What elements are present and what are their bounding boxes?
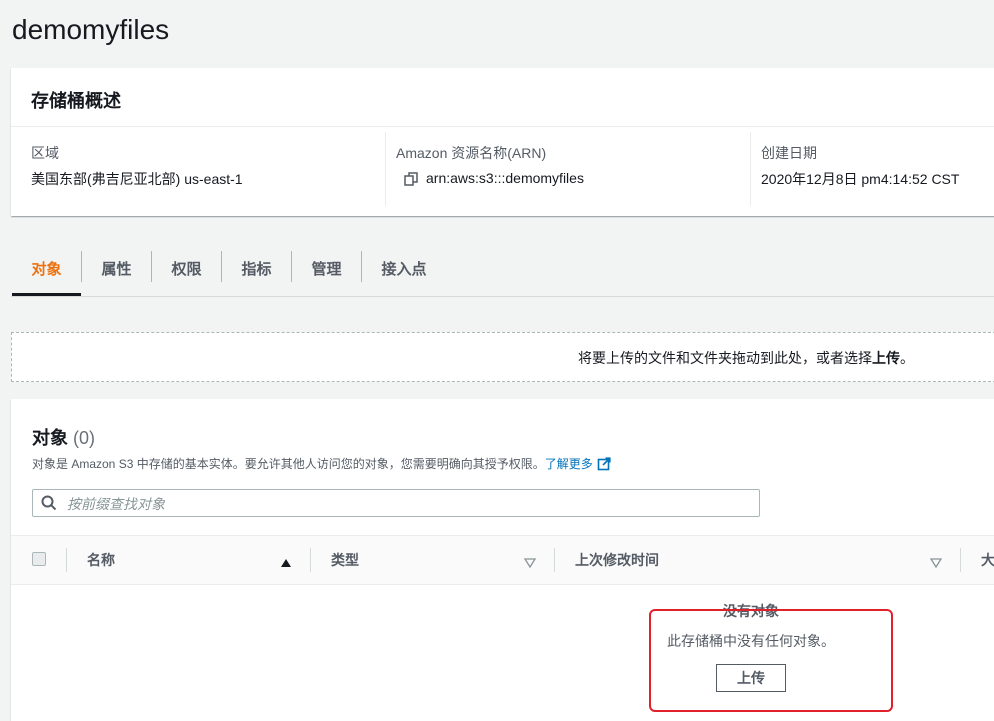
column-divider: [554, 548, 555, 572]
sort-ascending-icon[interactable]: [280, 555, 292, 573]
column-divider: [310, 548, 311, 572]
bucket-overview-panel: 存储桶概述 区域 美国东部(弗吉尼亚北部) us-east-1 Amazon 资…: [11, 68, 994, 216]
objects-table-header: 名称 类型 上次修改时间 大: [11, 535, 994, 585]
sort-icon[interactable]: [929, 555, 943, 573]
tab-management[interactable]: 管理: [292, 242, 361, 294]
created-date-value: 2020年12月8日 pm4:14:52 CST: [761, 171, 960, 187]
arn-value: arn:aws:s3:::demomyfiles: [426, 170, 584, 186]
column-header-name[interactable]: 名称: [87, 536, 115, 584]
learn-more-link[interactable]: 了解更多: [545, 457, 593, 471]
dropzone-upload-link[interactable]: 上传: [872, 350, 900, 366]
dropzone-instructions: 将要上传的文件和文件夹拖动到此处，或者选择: [578, 350, 872, 366]
region-label: 区域: [31, 145, 59, 161]
bucket-tabs: 对象 属性 权限 指标 管理 接入点: [11, 242, 994, 297]
column-divider: [960, 548, 961, 572]
bucket-overview-header: 存储桶概述: [11, 68, 994, 127]
bucket-overview-title: 存储桶概述: [31, 91, 121, 111]
sort-icon[interactable]: [523, 555, 537, 573]
dropzone-suffix: 。: [900, 350, 914, 366]
page-title: demomyfiles: [12, 14, 170, 45]
objects-heading: 对象 (0): [32, 424, 95, 450]
overview-divider: [385, 132, 386, 206]
objects-description-row: 对象是 Amazon S3 中存储的基本实体。要允许其他人访问您的对象，您需要明…: [32, 455, 611, 474]
column-header-last-modified[interactable]: 上次修改时间: [575, 536, 659, 584]
search-input[interactable]: [65, 493, 749, 515]
tab-objects[interactable]: 对象: [12, 242, 81, 294]
arn-label: Amazon 资源名称(ARN): [396, 145, 547, 161]
search-box[interactable]: [32, 489, 760, 517]
active-tab-indicator: [12, 293, 81, 296]
tab-properties[interactable]: 属性: [82, 242, 151, 294]
copy-icon[interactable]: [404, 172, 418, 186]
created-date-label: 创建日期: [761, 145, 817, 161]
objects-description: 对象是 Amazon S3 中存储的基本实体。要允许其他人访问您的对象，您需要明…: [32, 457, 545, 471]
column-divider: [66, 548, 67, 572]
column-header-size[interactable]: 大: [981, 536, 994, 584]
tab-access-points[interactable]: 接入点: [362, 242, 446, 294]
dropzone-text: 将要上传的文件和文件夹拖动到此处，或者选择上传。: [578, 348, 914, 368]
tab-permissions[interactable]: 权限: [152, 242, 221, 294]
tab-metrics[interactable]: 指标: [222, 242, 291, 294]
highlight-annotation: [649, 609, 893, 712]
external-link-icon[interactable]: [597, 457, 611, 474]
overview-divider: [750, 132, 751, 206]
upload-dropzone[interactable]: 将要上传的文件和文件夹拖动到此处，或者选择上传。: [11, 332, 994, 382]
search-icon: [41, 495, 57, 516]
objects-title: 对象: [32, 428, 68, 448]
objects-count: (0): [73, 428, 96, 448]
select-all-checkbox[interactable]: [32, 552, 46, 566]
column-header-type[interactable]: 类型: [331, 536, 359, 584]
region-value: 美国东部(弗吉尼亚北部) us-east-1: [31, 171, 243, 187]
